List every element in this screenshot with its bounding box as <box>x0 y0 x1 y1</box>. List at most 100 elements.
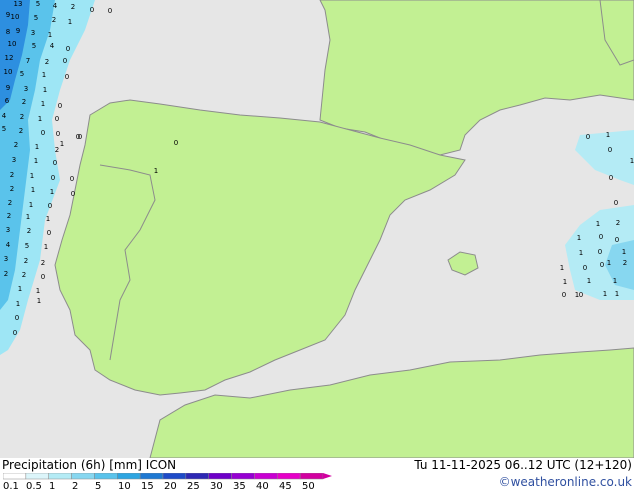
precip-value-label: 4 <box>50 42 55 50</box>
precip-value-label: 1 <box>607 259 611 267</box>
precip-value-label: 7 <box>26 57 30 65</box>
precip-value-label: 1 <box>44 243 48 251</box>
precip-value-label: 3 <box>24 85 28 93</box>
scale-tick-label: 1 <box>49 481 56 492</box>
precip-value-label: 0 <box>15 314 19 322</box>
scale-tick-label: 35 <box>233 481 246 492</box>
precip-value-label: 2 <box>27 227 31 235</box>
scale-tick-label: 0.5 <box>26 481 42 492</box>
precip-value-label: 2 <box>52 16 56 24</box>
color-swatch <box>25 473 49 480</box>
precip-value-label: 1 <box>34 157 38 165</box>
precip-value-label: 1 <box>154 167 158 175</box>
legend-datetime: Tu 11-11-2025 06..12 UTC (12+120) <box>414 458 632 472</box>
precip-value-label: 0 <box>614 199 618 207</box>
precip-value-label: 1 <box>30 172 34 180</box>
precip-value-label: 2 <box>45 58 49 66</box>
precip-value-label: 0 <box>600 261 604 269</box>
precip-value-label: 3 <box>4 255 8 263</box>
precip-value-label: 1 <box>587 277 591 285</box>
precip-value-label: 0 <box>108 7 112 15</box>
credit-text: ©weatheronline.co.uk <box>498 475 632 489</box>
scale-tick-label: 40 <box>256 481 269 492</box>
precip-value-label: 1 <box>46 215 50 223</box>
precip-value-label: 1 <box>38 115 42 123</box>
precip-value-label: 2 <box>71 3 75 11</box>
precip-value-label: 0 <box>615 236 619 244</box>
precip-value-label: 3 <box>31 29 35 37</box>
precip-value-label: 1 <box>29 201 33 209</box>
precip-value-label: 1 <box>37 297 41 305</box>
precip-value-label: 1 <box>60 140 64 148</box>
precip-value-label: 1 <box>577 234 581 242</box>
precip-value-label: 5 <box>25 242 29 250</box>
precip-value-label: 0 <box>53 159 57 167</box>
precip-value-label: 0 <box>58 102 62 110</box>
precip-value-label: 5 <box>2 125 6 133</box>
precip-value-label: 0 <box>90 6 94 14</box>
scale-tick-label: 25 <box>187 481 200 492</box>
precip-value-label: 1 <box>16 300 20 308</box>
precip-value-label: 0 <box>174 139 178 147</box>
precip-value-label: 2 <box>4 270 8 278</box>
precip-value-label: 5 <box>32 42 36 50</box>
precip-value-label: 0 <box>51 174 55 182</box>
precip-value-label: 0 <box>48 202 52 210</box>
precip-value-label: 4 <box>2 112 7 120</box>
scale-tick-label: 45 <box>279 481 292 492</box>
precip-value-label: 2 <box>7 212 11 220</box>
scale-tick-label: 30 <box>210 481 223 492</box>
precip-value-label: 0 <box>598 248 602 256</box>
color-swatch <box>185 473 209 480</box>
precip-value-label: 0 <box>70 175 74 183</box>
precip-value-label: 1 <box>630 157 634 165</box>
precip-value-label: 8 <box>6 28 10 36</box>
scale-tick-label: 10 <box>118 481 131 492</box>
precip-value-label: 1 <box>606 131 610 139</box>
precip-value-label: 6 <box>5 97 10 105</box>
scale-arrow-icon <box>323 473 332 479</box>
color-swatch <box>71 473 95 480</box>
scale-tick-label: 50 <box>302 481 315 492</box>
precip-value-label: 0 <box>562 291 566 299</box>
precip-value-label: 1 <box>560 264 564 272</box>
scale-tick-label: 2 <box>72 481 79 492</box>
precip-value-label: 2 <box>616 219 620 227</box>
precip-value-label: 9 <box>6 84 10 92</box>
legend-title: Precipitation (6h) [mm] ICON <box>2 458 177 472</box>
precip-value-label: 2 <box>22 98 26 106</box>
precip-value-label: 1 <box>41 100 45 108</box>
precip-value-label: 12 <box>5 54 14 62</box>
precip-value-label: 0 <box>56 130 60 138</box>
precip-value-label: 1 <box>43 86 47 94</box>
precip-value-label: 1 <box>36 287 40 295</box>
scale-tick-label: 20 <box>164 481 177 492</box>
precip-value-label: 1 <box>31 186 35 194</box>
precip-value-label: 5 <box>20 70 24 78</box>
precip-value-label: 0 <box>579 291 583 299</box>
color-swatch <box>162 473 187 480</box>
precip-value-label: 4 <box>6 241 11 249</box>
color-swatch <box>277 473 301 480</box>
precip-value-label: 0 <box>55 115 59 123</box>
precip-value-label: 0 <box>609 174 613 182</box>
precip-value-label: 3 <box>12 156 16 164</box>
color-swatch <box>254 473 278 480</box>
precip-value-label: 3 <box>6 226 10 234</box>
precip-value-label: 5 <box>34 14 38 22</box>
precip-value-label: 2 <box>623 259 627 267</box>
precip-value-label: 0 <box>41 273 45 281</box>
precip-value-label: 5 <box>36 0 40 8</box>
precip-value-label: 0 <box>78 133 82 141</box>
precip-value-label: 0 <box>47 229 51 237</box>
scale-tick-label: 0.1 <box>3 481 19 492</box>
precip-value-label: 2 <box>24 257 28 265</box>
precip-value-label: 0 <box>71 190 75 198</box>
precip-value-label: 1 <box>42 71 46 79</box>
precip-value-label: 1 <box>35 143 39 151</box>
precip-value-label: 2 <box>22 271 26 279</box>
precip-value-label: 2 <box>19 127 23 135</box>
precip-value-label: 2 <box>14 141 18 149</box>
color-swatch <box>299 473 324 480</box>
color-swatch <box>48 473 72 480</box>
